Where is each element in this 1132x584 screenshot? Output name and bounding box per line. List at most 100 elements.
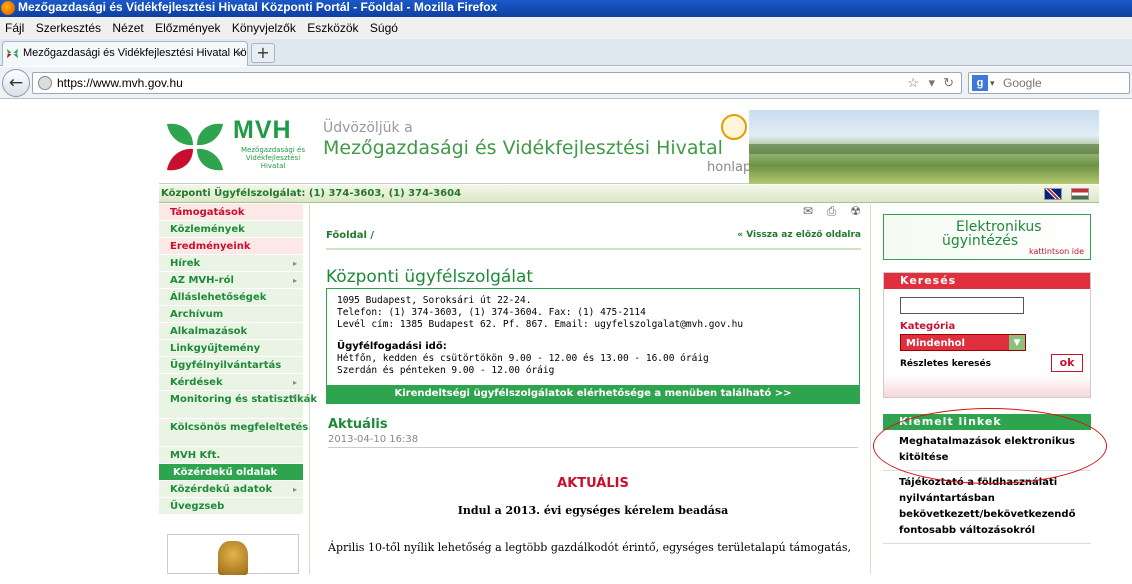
- sidebar-item-label: Közérdekű oldalak: [173, 467, 278, 478]
- mvh-favicon-icon: [6, 48, 19, 59]
- menu-tools[interactable]: Eszközök: [307, 21, 358, 35]
- coat-of-arms-banner[interactable]: [167, 534, 299, 575]
- page-title: Központi ügyfélszolgálat: [326, 267, 534, 287]
- navigation-toolbar: ← https://www.mvh.gov.hu ☆ ▾ ↻ g ▾ Googl…: [0, 67, 1132, 99]
- bookmark-star-icon[interactable]: ☆: [907, 73, 919, 93]
- sidebar-item-label: MVH Kft.: [170, 450, 221, 461]
- welcome-line-1: Üdvözöljük a: [323, 120, 413, 136]
- english-flag-icon[interactable]: [1043, 188, 1062, 200]
- search-panel-footer: [884, 375, 1090, 397]
- category-value: Mindenhol: [906, 338, 965, 349]
- menu-help[interactable]: Súgó: [370, 21, 398, 35]
- tab-label: Mezőgazdasági és Vidékfejlesztési Hivata…: [23, 47, 248, 59]
- search-engine-dropdown-icon[interactable]: ▾: [990, 73, 995, 93]
- search-placeholder: Google: [1003, 76, 1042, 90]
- phone-line: Telefon: (1) 374-3603, (1) 374-3604. Fax…: [337, 307, 646, 318]
- google-icon[interactable]: g: [972, 75, 988, 91]
- contact-info-box: 1095 Budapest, Soroksári út 22-24. Telef…: [326, 288, 860, 404]
- branch-offices-link[interactable]: Kirendeltségi ügyfélszolgálatok elérhető…: [327, 385, 859, 403]
- hours-line-1: Hétfőn, kedden és csütörtökön 9.00 - 12.…: [337, 353, 709, 364]
- sidebar-item-7[interactable]: Alkalmazások: [159, 323, 303, 340]
- print-icon[interactable]: ⎙: [827, 204, 837, 218]
- chevron-right-icon: ▸: [292, 276, 297, 285]
- sidebar-item-4[interactable]: AZ MVH-ról ▸: [159, 272, 303, 289]
- window-title-bar: Mezőgazdasági és Vidékfejlesztési Hivata…: [0, 0, 1132, 17]
- tab-close-icon[interactable]: ×: [236, 42, 243, 64]
- url-text: https://www.mvh.gov.hu: [57, 76, 183, 90]
- menu-edit[interactable]: Szerkesztés: [36, 21, 101, 35]
- hours-title: Ügyfélfogadási idő:: [337, 341, 447, 352]
- customer-service-text: Központi Ügyfélszolgálat: (1) 374-3603, …: [161, 188, 462, 199]
- sidebar-item-label: Közérdekű adatok: [170, 484, 273, 495]
- sidebar-item-label: Üvegzseb: [170, 501, 225, 512]
- reload-icon[interactable]: ↻: [943, 73, 954, 93]
- address-line: 1095 Budapest, Soroksári út 22-24.: [337, 295, 532, 306]
- sidebar-item-2[interactable]: Eredményeink: [159, 238, 303, 255]
- news-body: Április 10-től nyílik lehetőség a legtöb…: [328, 541, 851, 554]
- search-bar[interactable]: g ▾ Google: [968, 72, 1130, 94]
- menu-bookmarks[interactable]: Könyvjelzők: [232, 21, 296, 35]
- site-search-input[interactable]: [900, 297, 1024, 314]
- sgs-certificate-icon: [721, 114, 747, 140]
- advanced-search-link[interactable]: Részletes keresés: [900, 359, 991, 369]
- sidebar-item-15[interactable]: Közérdekű adatok ▸: [159, 481, 303, 498]
- category-select[interactable]: Mindenhol ▼: [900, 334, 1026, 351]
- dropdown-arrow-icon[interactable]: ▾: [928, 73, 935, 93]
- sidebar-item-label: AZ MVH-ról: [170, 275, 234, 286]
- back-link[interactable]: « Vissza az előző oldalra: [737, 230, 861, 240]
- sidebar-item-11[interactable]: Monitoring és statisztikák ▸: [159, 391, 317, 419]
- category-label: Kategória: [900, 321, 956, 332]
- separator: [326, 248, 861, 250]
- chevron-right-icon: ▸: [292, 378, 297, 387]
- email-icon[interactable]: ✉: [803, 204, 813, 218]
- sidebar-item-9[interactable]: Ügyfélnyilvántartás: [159, 357, 303, 374]
- sidebar-item-0[interactable]: Támogatások: [159, 204, 303, 221]
- sidebar-item-label: Archívum: [170, 309, 224, 320]
- sidebar-item-6[interactable]: Archívum: [159, 306, 303, 323]
- new-tab-button[interactable]: +: [251, 43, 275, 63]
- news-headline: Indul a 2013. évi egységes kérelem beadá…: [457, 504, 729, 517]
- menu-history[interactable]: Előzmények: [155, 21, 220, 35]
- sidebar-item-16[interactable]: Üvegzseb: [159, 498, 303, 515]
- sidebar-item-label: Linkgyűjtemény: [170, 343, 261, 354]
- breadcrumb[interactable]: Főoldal /: [326, 230, 374, 241]
- sidebar-item-label: Kérdések: [170, 377, 223, 388]
- sidebar-item-label: Támogatások: [170, 207, 245, 218]
- logo-text: MVH: [233, 116, 292, 144]
- e-administration-banner[interactable]: Elektronikus ügyintézés kattintson ide: [883, 214, 1091, 260]
- sidebar-item-12[interactable]: Kölcsönös megfeleltetés ▸: [159, 419, 308, 447]
- menu-file[interactable]: Fájl: [5, 21, 24, 35]
- hours-line-2: Szerdán és pénteken 9.00 - 12.00 óráig: [337, 365, 555, 376]
- sidebar-item-13[interactable]: MVH Kft.: [159, 447, 303, 464]
- news-date: 2013-04-10 16:38: [328, 434, 858, 448]
- sidebar-item-8[interactable]: Linkgyűjtemény: [159, 340, 303, 357]
- sidebar-item-label: Eredményeink: [170, 241, 251, 252]
- sidebar-item-14[interactable]: Közérdekű oldalak: [159, 464, 303, 481]
- search-panel: Keresés Kategória Mindenhol ▼ Részletes …: [883, 272, 1091, 398]
- chevron-down-icon[interactable]: ▼: [1009, 335, 1025, 350]
- right-divider: [870, 204, 871, 574]
- chevron-right-icon: ▸: [292, 259, 297, 268]
- mvh-logo-icon[interactable]: [165, 120, 225, 174]
- chevron-right-icon: ▸: [292, 485, 297, 494]
- tab-mvh[interactable]: Mezőgazdasági és Vidékfejlesztési Hivata…: [2, 41, 248, 66]
- e-admin-click-here: kattintson ide: [1029, 247, 1084, 256]
- back-button[interactable]: ←: [2, 69, 30, 97]
- menu-bar: Fájl Szerkesztés Nézet Előzmények Könyvj…: [0, 17, 1132, 39]
- site-banner: MVH Mezőgazdasági és Vidékfejlesztési Hi…: [159, 110, 1099, 184]
- sidebar-item-10[interactable]: Kérdések ▸: [159, 374, 303, 391]
- site-identity-icon[interactable]: [38, 76, 52, 90]
- sidebar-item-5[interactable]: Álláslehetőségek: [159, 289, 303, 306]
- sidebar-item-label: Álláslehetőségek: [170, 292, 267, 303]
- menu-view[interactable]: Nézet: [112, 21, 143, 35]
- radiation-icon[interactable]: ☢: [850, 204, 861, 218]
- search-ok-button[interactable]: ok: [1051, 354, 1083, 372]
- hungarian-flag-icon[interactable]: [1071, 188, 1089, 200]
- e-admin-line-2: ügyintézés: [942, 233, 1019, 249]
- url-bar[interactable]: https://www.mvh.gov.hu ☆ ▾ ↻: [32, 72, 962, 94]
- chevron-right-icon: ▸: [292, 420, 297, 429]
- sidebar-item-label: Hírek: [170, 258, 201, 269]
- crown-icon: [218, 541, 248, 575]
- sidebar-item-1[interactable]: Közlemények: [159, 221, 303, 238]
- sidebar-item-3[interactable]: Hírek ▸: [159, 255, 303, 272]
